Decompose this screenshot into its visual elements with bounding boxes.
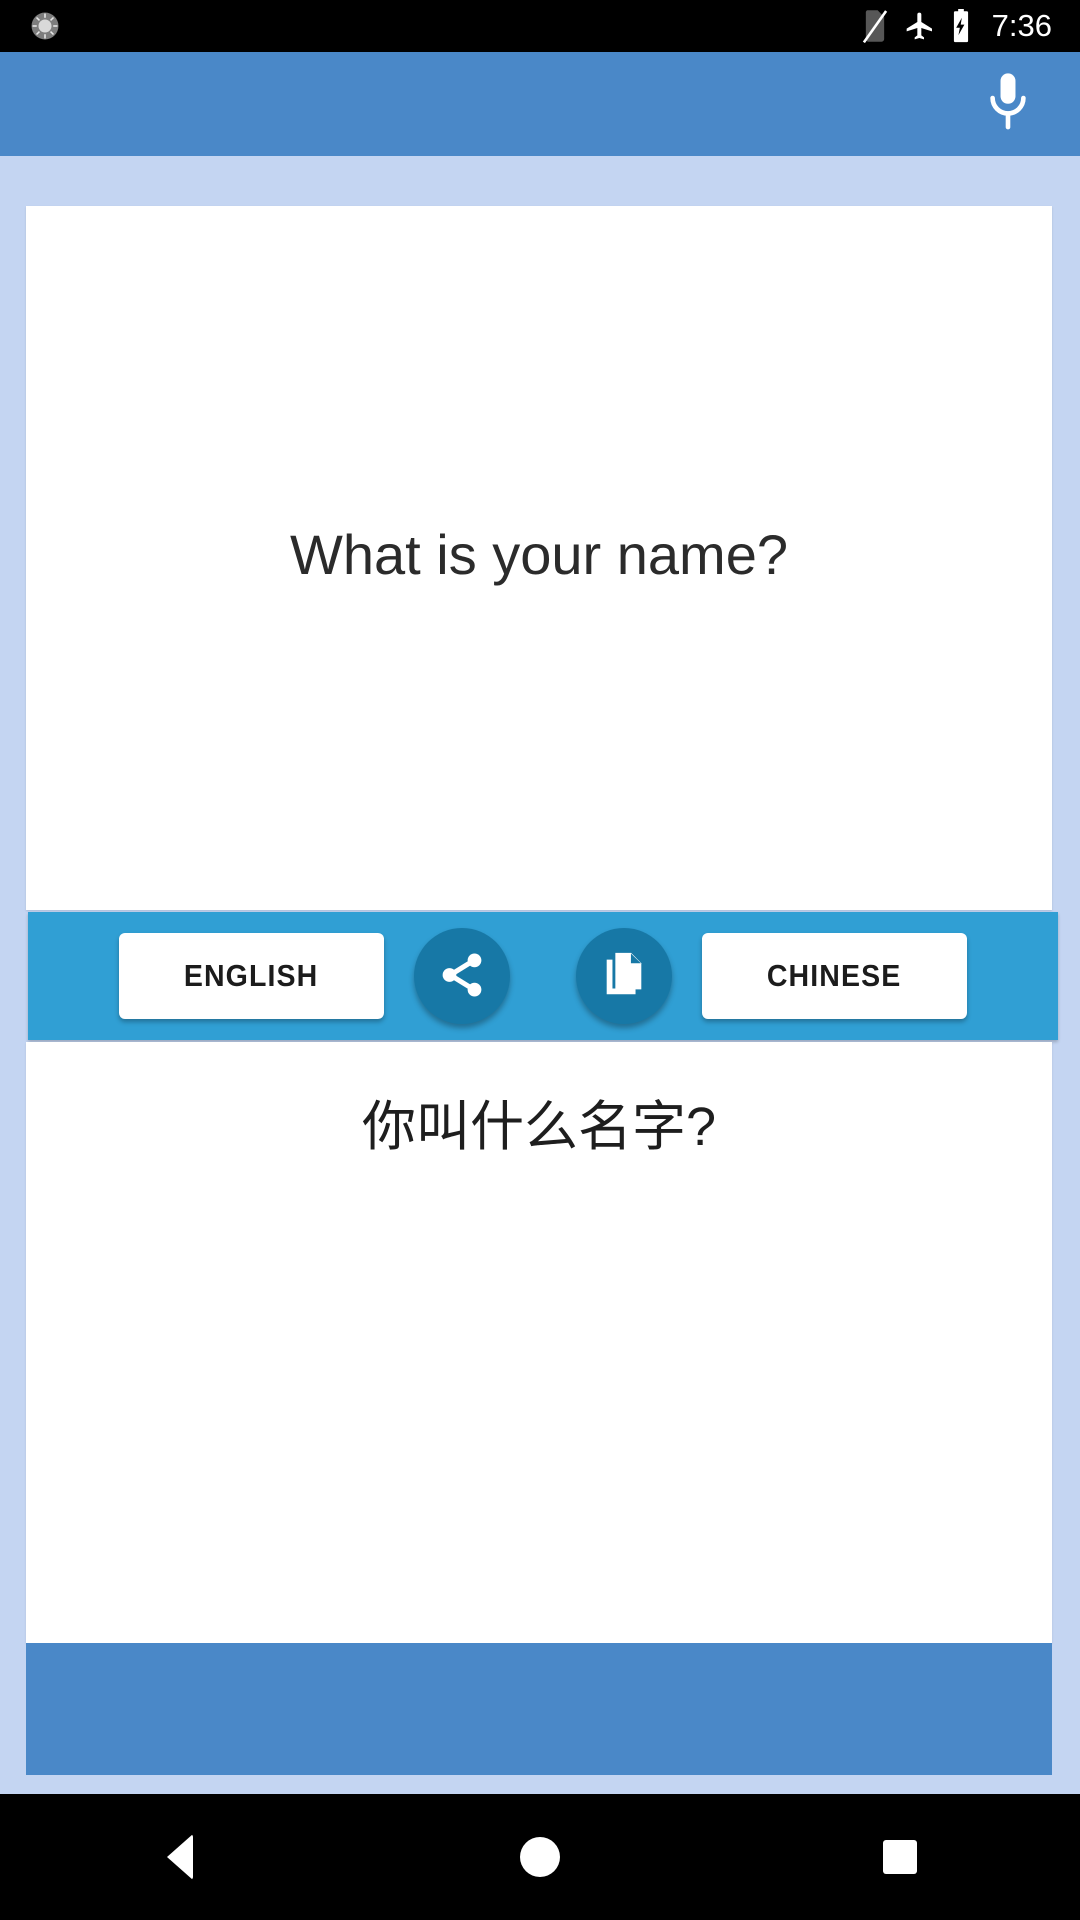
microphone-button[interactable]	[972, 68, 1044, 140]
source-text-card[interactable]: What is your name?	[26, 206, 1052, 910]
source-text: What is your name?	[290, 523, 788, 587]
translation-content: What is your name? ENGLISH CHINESE 你叫什么名…	[26, 206, 1058, 1775]
android-navigation-bar	[0, 1794, 1080, 1920]
battery-charging-icon	[950, 9, 972, 43]
phone-screen: 7:36 What is your name? ENGLISH CHINESE …	[0, 0, 1080, 1920]
target-language-label: CHINESE	[767, 958, 902, 993]
source-language-label: ENGLISH	[184, 958, 319, 993]
source-language-button[interactable]: ENGLISH	[119, 933, 384, 1019]
copy-button[interactable]	[576, 928, 672, 1024]
no-sim-icon	[860, 9, 890, 43]
back-button[interactable]	[100, 1794, 260, 1920]
footer-bar	[26, 1643, 1052, 1775]
target-text-card[interactable]: 你叫什么名字?	[26, 1042, 1052, 1643]
target-language-button[interactable]: CHINESE	[702, 933, 967, 1019]
app-bar	[0, 52, 1080, 156]
status-bar-clock: 7:36	[991, 8, 1052, 43]
home-circle-icon	[520, 1837, 560, 1877]
fab-spacer	[540, 976, 546, 977]
microphone-icon	[981, 69, 1035, 140]
brightness-gauge-icon	[28, 9, 62, 43]
back-triangle-icon	[167, 1834, 193, 1880]
home-button[interactable]	[460, 1794, 620, 1920]
target-text: 你叫什么名字?	[361, 1097, 717, 1157]
share-icon	[437, 950, 487, 1003]
recents-button[interactable]	[820, 1794, 980, 1920]
status-bar-left	[28, 9, 62, 43]
recents-square-icon	[883, 1840, 917, 1874]
copy-icon	[600, 950, 648, 1003]
status-bar: 7:36	[0, 0, 1080, 52]
action-bar: ENGLISH CHINESE	[28, 912, 1058, 1040]
airplane-mode-icon	[904, 10, 936, 42]
share-button[interactable]	[414, 928, 510, 1024]
status-bar-right: 7:36	[860, 0, 1052, 52]
